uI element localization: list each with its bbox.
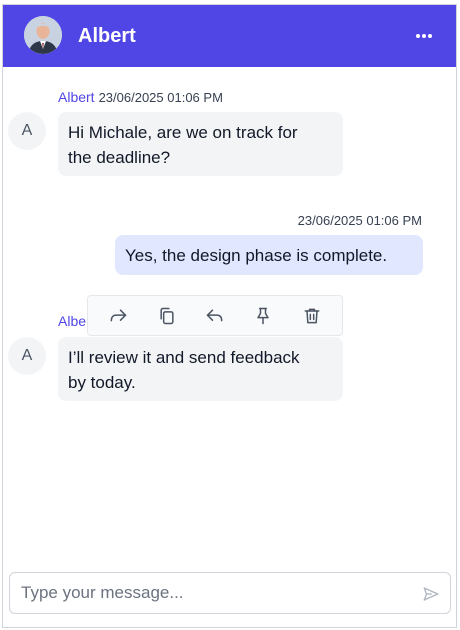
- sender-avatar: A: [8, 112, 46, 150]
- message-input[interactable]: [10, 573, 410, 613]
- reply-button[interactable]: [200, 301, 230, 331]
- forward-icon: [110, 308, 127, 321]
- more-horizontal-icon: [416, 34, 432, 38]
- copy-button[interactable]: [152, 301, 182, 331]
- reply-icon: [206, 308, 223, 321]
- pin-icon: [257, 307, 270, 324]
- message-meta: Albe: [58, 313, 90, 329]
- message-text-line: Hi Michale, are we on track for: [68, 123, 298, 142]
- message-actions-toolbar: [87, 295, 343, 336]
- message-text-line: by today.: [68, 373, 136, 392]
- forward-button[interactable]: [103, 301, 133, 331]
- message-timestamp: 23/06/2025 01:06 PM: [297, 213, 422, 228]
- incoming-message-bubble[interactable]: Hi Michale, are we on track for the dead…: [58, 112, 343, 176]
- message-list[interactable]: Albert 23/06/2025 01:06 PM A Hi Michale, …: [3, 67, 456, 567]
- message-timestamp: 23/06/2025 01:06 PM: [98, 90, 223, 105]
- message-composer: [9, 572, 451, 614]
- message-text-line: I’ll review it and send feedback: [68, 348, 300, 367]
- contact-name: Albert: [78, 25, 136, 47]
- send-button[interactable]: [420, 583, 442, 605]
- more-options-button[interactable]: [412, 25, 436, 47]
- outgoing-message-bubble[interactable]: Yes, the design phase is complete.: [115, 235, 423, 275]
- message-meta: Albert 23/06/2025 01:06 PM: [58, 89, 223, 105]
- sender-name: Albert: [58, 89, 95, 105]
- contact-avatar[interactable]: [24, 16, 62, 54]
- copy-icon: [159, 307, 174, 324]
- chat-window: Albert Albert 23/06/2025 01:06 PM A Hi Mi…: [2, 4, 457, 628]
- message-text-line: the deadline?: [68, 148, 171, 167]
- user-photo-icon: [24, 16, 62, 54]
- sender-name: Albe: [58, 313, 87, 329]
- send-icon: [423, 587, 439, 601]
- delete-button[interactable]: [297, 301, 327, 331]
- sender-avatar: A: [8, 337, 46, 375]
- delete-icon: [304, 308, 320, 323]
- message-text: Yes, the design phase is complete.: [125, 246, 388, 265]
- chat-header: Albert: [3, 5, 456, 67]
- pin-button[interactable]: [248, 301, 278, 331]
- incoming-message-bubble[interactable]: I’ll review it and send feedback by toda…: [58, 337, 343, 401]
